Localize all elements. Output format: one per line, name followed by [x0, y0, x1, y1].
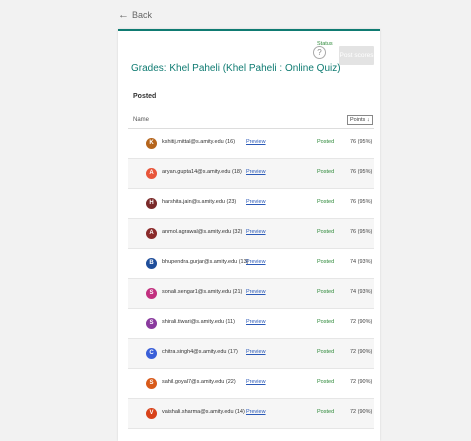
points-value: 72 (90%) [350, 349, 373, 355]
avatar: A [146, 168, 157, 179]
points-value: 72 (90%) [350, 319, 373, 325]
preview-link[interactable]: Preview [246, 199, 266, 205]
preview-link[interactable]: Preview [246, 169, 266, 175]
points-value: 76 (95%) [350, 169, 373, 175]
points-value: 72 (90%) [350, 409, 373, 415]
points-value: 74 (93%) [350, 289, 373, 295]
student-email: chitra.singh4@s.amity.edu (17) [162, 349, 238, 355]
page-title: Grades: Khel Paheli (Khel Paheli : Onlin… [131, 63, 341, 74]
preview-link[interactable]: Preview [246, 289, 266, 295]
student-email: aryan.gupta14@s.amity.edu (18) [162, 169, 242, 175]
points-value: 76 (95%) [350, 229, 373, 235]
preview-link[interactable]: Preview [246, 409, 266, 415]
grades-table: K kshitij.mittal@s.amity.edu (16) Previe… [128, 129, 374, 429]
avatar: K [146, 138, 157, 149]
table-row: A aryan.gupta14@s.amity.edu (18) Preview… [128, 159, 374, 189]
student-email: sonali.sengar1@s.amity.edu (21) [162, 289, 243, 295]
student-email: harshita.jain@s.amity.edu (23) [162, 199, 237, 205]
avatar: S [146, 378, 157, 389]
student-email: bhupendra.gurjar@s.amity.edu (13) [162, 259, 249, 265]
avatar: C [146, 348, 157, 359]
table-row: S sahil.goyal7@s.amity.edu (22) Preview … [128, 369, 374, 399]
avatar: B [146, 258, 157, 269]
preview-link[interactable]: Preview [246, 379, 266, 385]
student-email: shirali.tiwari@s.amity.edu (11) [162, 319, 235, 325]
help-icon[interactable]: ? [313, 46, 326, 59]
arrow-left-icon: ← [118, 8, 129, 21]
avatar: V [146, 408, 157, 419]
section-heading: Posted [133, 93, 157, 100]
points-value: 76 (95%) [350, 139, 373, 145]
table-row: S shirali.tiwari@s.amity.edu (11) Previe… [128, 309, 374, 339]
status-text: Posted [317, 319, 335, 325]
avatar: S [146, 318, 157, 329]
avatar: A [146, 228, 157, 239]
back-label: Back [132, 10, 153, 20]
table-row: C chitra.singh4@s.amity.edu (17) Preview… [128, 339, 374, 369]
student-email: vaishali.sharma@s.amity.edu (14) [162, 409, 245, 415]
column-header-points[interactable]: Points ↓ [347, 115, 373, 125]
table-row: V vaishali.sharma@s.amity.edu (14) Previ… [128, 399, 374, 429]
post-scores-button[interactable]: Post scores [339, 46, 374, 65]
status-text: Posted [317, 379, 335, 385]
table-row: H harshita.jain@s.amity.edu (23) Preview… [128, 189, 374, 219]
column-header-status[interactable]: Status [317, 41, 333, 47]
table-row: A anmol.agrawal@s.amity.edu (32) Preview… [128, 219, 374, 249]
points-value: 72 (90%) [350, 379, 373, 385]
student-email: kshitij.mittal@s.amity.edu (16) [162, 139, 236, 145]
table-row: K kshitij.mittal@s.amity.edu (16) Previe… [128, 129, 374, 159]
preview-link[interactable]: Preview [246, 229, 266, 235]
status-text: Posted [317, 259, 335, 265]
points-value: 74 (93%) [350, 259, 373, 265]
column-header-name[interactable]: Name [133, 117, 149, 123]
status-text: Posted [317, 289, 335, 295]
status-text: Posted [317, 139, 335, 145]
status-text: Posted [317, 169, 335, 175]
student-email: sahil.goyal7@s.amity.edu (22) [162, 379, 236, 385]
preview-link[interactable]: Preview [246, 139, 266, 145]
points-value: 76 (95%) [350, 199, 373, 205]
status-text: Posted [317, 349, 335, 355]
student-email: anmol.agrawal@s.amity.edu (32) [162, 229, 243, 235]
back-link[interactable]: ← Back [118, 8, 153, 21]
preview-link[interactable]: Preview [246, 349, 266, 355]
preview-link[interactable]: Preview [246, 319, 266, 325]
status-text: Posted [317, 199, 335, 205]
status-text: Posted [317, 229, 335, 235]
avatar: H [146, 198, 157, 209]
status-text: Posted [317, 409, 335, 415]
preview-link[interactable]: Preview [246, 259, 266, 265]
avatar: S [146, 288, 157, 299]
grades-panel: ? Post scores Grades: Khel Paheli (Khel … [118, 29, 380, 441]
table-row: S sonali.sengar1@s.amity.edu (21) Previe… [128, 279, 374, 309]
table-row: B bhupendra.gurjar@s.amity.edu (13) Prev… [128, 249, 374, 279]
